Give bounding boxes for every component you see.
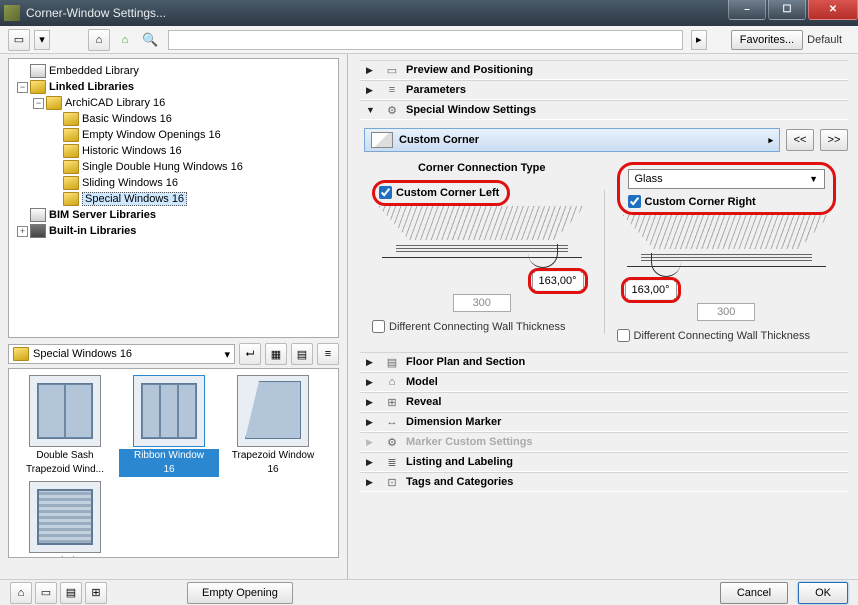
folder-icon [63, 160, 79, 174]
section-model[interactable]: ▶⌂Model [360, 372, 848, 392]
width-right-input[interactable] [697, 303, 755, 321]
section-reveal[interactable]: ▶⊞Reveal [360, 392, 848, 412]
tags-icon: ⊡ [382, 475, 402, 489]
floorplan-icon: ▤ [382, 355, 402, 369]
model-icon: ⌂ [382, 375, 402, 389]
window-title: Corner-Window Settings... [26, 6, 166, 20]
bottom-tool-3[interactable]: ▤ [60, 582, 82, 604]
corner-icon [371, 132, 393, 148]
library-item[interactable]: Double Sash Trapezoid Wind... [15, 375, 115, 477]
next-button[interactable]: >> [820, 129, 848, 151]
folder-icon [63, 128, 79, 142]
app-icon [4, 5, 20, 21]
tree-icon[interactable]: ⌂ [114, 29, 136, 51]
favorites-button[interactable]: Favorites... [731, 30, 803, 50]
marker-icon: ↔ [382, 415, 402, 429]
library-item[interactable]: Vent Window 16 [15, 481, 115, 558]
preview-icon: ▭ [382, 63, 402, 77]
section-tags[interactable]: ▶⊡Tags and Categories [360, 472, 848, 492]
ok-button[interactable]: OK [798, 582, 848, 604]
collapse-icon[interactable]: − [17, 82, 28, 93]
empty-opening-button[interactable]: Empty Opening [187, 582, 293, 604]
up-folder-button[interactable]: ⮠ [239, 343, 261, 365]
reveal-icon: ⊞ [382, 395, 402, 409]
highlight-left: Custom Corner Left [372, 180, 510, 206]
listing-icon: ≣ [382, 455, 402, 469]
diff-wall-left-checkbox[interactable] [372, 320, 385, 333]
library-icon[interactable]: ⌂ [88, 29, 110, 51]
view-plan-icon[interactable]: ▭ [8, 29, 30, 51]
bottom-tool-1[interactable]: ⌂ [10, 582, 32, 604]
section-markercustom: ▶⚙Marker Custom Settings [360, 432, 848, 452]
corner-sketch-right [623, 215, 831, 299]
folder-icon [63, 144, 79, 158]
cancel-button[interactable]: Cancel [720, 582, 788, 604]
collapse-icon[interactable]: − [33, 98, 44, 109]
titlebar: Corner-Window Settings... – ☐ ✕ [0, 0, 858, 26]
minimize-button[interactable]: – [728, 0, 766, 20]
action-bar: ⌂ ▭ ▤ ⊞ Empty Opening Cancel OK [0, 579, 858, 605]
server-icon [30, 208, 46, 222]
glass-select[interactable]: Glass [628, 169, 826, 189]
bottom-tool-2[interactable]: ▭ [35, 582, 57, 604]
section-parameters[interactable]: ▶≡Parameters [360, 80, 848, 100]
corner-sketch-left [378, 206, 586, 290]
section-special-settings[interactable]: ▼⚙Special Window Settings [360, 100, 848, 120]
maximize-button[interactable]: ☐ [768, 0, 806, 20]
library-icon [30, 64, 46, 78]
left-panel: Embedded Library −Linked Libraries −Arch… [0, 54, 348, 579]
close-button[interactable]: ✕ [808, 0, 858, 20]
custom-corner-selector[interactable]: Custom Corner ▸ [364, 128, 780, 152]
custom-corner-left-checkbox[interactable] [379, 186, 392, 199]
expand-icon[interactable]: + [17, 226, 28, 237]
custom-corner-right-checkbox[interactable] [628, 195, 641, 208]
search-arrow[interactable]: ▸ [691, 30, 707, 50]
conn-type-label: Corner Connection Type [372, 162, 592, 174]
toolbar: ▭ ▾ ⌂ ⌂ 🔍 ▸ Favorites... Default [0, 26, 858, 54]
folder-icon [13, 347, 29, 361]
settings-icon: ⚙ [382, 103, 402, 117]
section-dimmarker[interactable]: ▶↔Dimension Marker [360, 412, 848, 432]
folder-icon [30, 80, 46, 94]
library-item-selected[interactable]: Ribbon Window 16 [119, 375, 219, 477]
diff-wall-right-checkbox[interactable] [617, 329, 630, 342]
angle-left-input[interactable] [535, 272, 581, 290]
builtin-icon [30, 224, 46, 238]
prev-button[interactable]: << [786, 129, 814, 151]
angle-right-input[interactable] [628, 281, 674, 299]
library-browser[interactable]: Double Sash Trapezoid Wind... Ribbon Win… [8, 368, 339, 558]
default-label[interactable]: Default [807, 34, 842, 46]
bottom-tool-4[interactable]: ⊞ [85, 582, 107, 604]
section-listing[interactable]: ▶≣Listing and Labeling [360, 452, 848, 472]
folder-icon [63, 176, 79, 190]
browser-path[interactable]: Special Windows 16 ▾ [8, 344, 235, 364]
highlight-right: Glass Custom Corner Right [617, 162, 837, 215]
tree-selected[interactable]: Special Windows 16 [82, 192, 187, 206]
section-preview[interactable]: ▶▭Preview and Positioning [360, 60, 848, 80]
markercustom-icon: ⚙ [382, 435, 402, 449]
folder-icon [46, 96, 62, 110]
section-floorplan[interactable]: ▶▤Floor Plan and Section [360, 352, 848, 372]
width-left-input[interactable] [453, 294, 511, 312]
view-dropdown[interactable]: ▾ [34, 30, 50, 50]
params-icon: ≡ [382, 83, 402, 97]
folder-icon [63, 112, 79, 126]
search-input[interactable] [168, 30, 683, 50]
right-panel: ▶▭Preview and Positioning ▶≡Parameters ▼… [348, 54, 858, 579]
view-list-icon[interactable]: ≡ [317, 343, 339, 365]
view-small-icon[interactable]: ▤ [291, 343, 313, 365]
library-tree[interactable]: Embedded Library −Linked Libraries −Arch… [8, 58, 339, 338]
library-item[interactable]: Trapezoid Window 16 [223, 375, 323, 477]
view-large-icon[interactable]: ▦ [265, 343, 287, 365]
folder-icon [63, 192, 79, 206]
search-icon[interactable]: 🔍 [142, 32, 158, 48]
